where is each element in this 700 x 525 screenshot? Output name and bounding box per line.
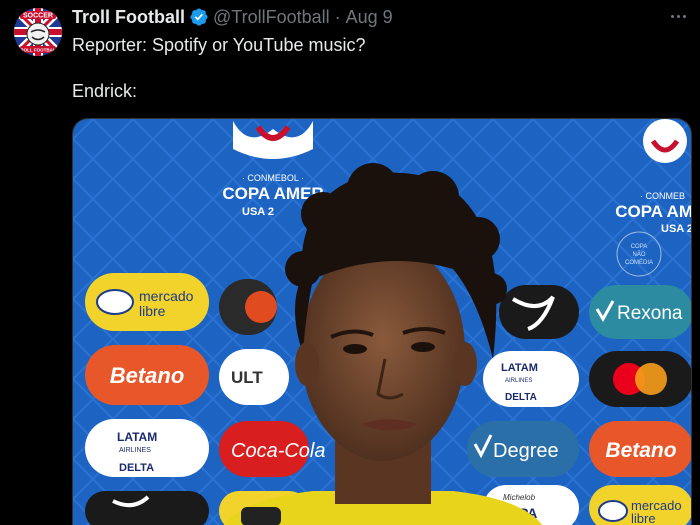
- tweet[interactable]: SOCCER TROLL FOOTBALL Troll Football @Tr…: [0, 0, 700, 525]
- mercado-text: mercado: [139, 288, 194, 304]
- sponsor-betano-1: Betano: [85, 345, 209, 405]
- latam-text-2: LATAM: [117, 430, 157, 444]
- conmebol-label: · CONMEBOL ·: [242, 173, 304, 183]
- michelob-text: Michelob: [503, 493, 536, 502]
- sponsor-betano-2: Betano: [589, 421, 691, 477]
- rexona-text: Rexona: [617, 303, 683, 324]
- airlines-text-2: AIRLINES: [119, 447, 151, 454]
- sponsor-mastercard: [589, 351, 691, 407]
- verified-badge-icon: [189, 7, 209, 27]
- watermark-a: COPA: [631, 244, 648, 250]
- avatar-bottom-text: TROLL FOOTBALL: [18, 48, 59, 53]
- betano-text-2: Betano: [605, 439, 676, 462]
- conmebol-right-label: · CONMEB: [640, 191, 685, 201]
- author-handle[interactable]: @TrollFootball: [213, 7, 330, 28]
- airlines-text-1: AIRLINES: [505, 378, 532, 384]
- delta-text-2: DELTA: [119, 462, 154, 474]
- libre-text: libre: [139, 303, 166, 319]
- ult-text: ULT: [231, 368, 263, 387]
- tweet-text-line-1: Reporter: Spotify or YouTube music?: [72, 35, 366, 55]
- degree-text: Degree: [493, 440, 559, 462]
- delta-text-1: DELTA: [505, 392, 537, 403]
- coca-text: Coca-Cola: [231, 440, 325, 462]
- avatar-top-text: SOCCER: [23, 13, 53, 20]
- betano-text-1: Betano: [110, 363, 185, 388]
- watermark-b: NÃO: [632, 251, 645, 258]
- more-options-icon[interactable]: [666, 6, 690, 26]
- tweet-media-image[interactable]: · CONMEBOL · COPA AMER USA 2 · CONMEB CO…: [72, 118, 692, 525]
- author-name[interactable]: Troll Football: [72, 7, 185, 28]
- watermark-c: COMÉDIA: [625, 259, 653, 266]
- sponsor-mercado-libre-1: mercado libre: [85, 273, 209, 331]
- tweet-text-line-2: Endrick:: [72, 81, 138, 101]
- usa-label-right: USA 2: [661, 223, 692, 235]
- separator-dot: ·: [334, 6, 341, 27]
- latam-text-1: LATAM: [501, 362, 538, 374]
- tweet-header: Troll Football @TrollFootball · Aug 9: [72, 5, 393, 29]
- sponsor-latam-delta-2: LATAM AIRLINES DELTA: [85, 419, 209, 477]
- sponsor-rexona: Rexona: [589, 285, 691, 339]
- sponsor-degree: Degree: [467, 421, 579, 477]
- sponsor-mercado-libre-2: mercado libre: [589, 485, 691, 525]
- avatar[interactable]: SOCCER TROLL FOOTBALL: [14, 8, 62, 56]
- sponsor-latam-delta-1: LATAM AIRLINES DELTA: [483, 351, 579, 407]
- libre-text-2: libre: [631, 511, 656, 525]
- tweet-date[interactable]: Aug 9: [346, 7, 393, 28]
- copa-label-right: COPA AM: [615, 202, 692, 221]
- usa-label-left: USA 2: [242, 206, 274, 218]
